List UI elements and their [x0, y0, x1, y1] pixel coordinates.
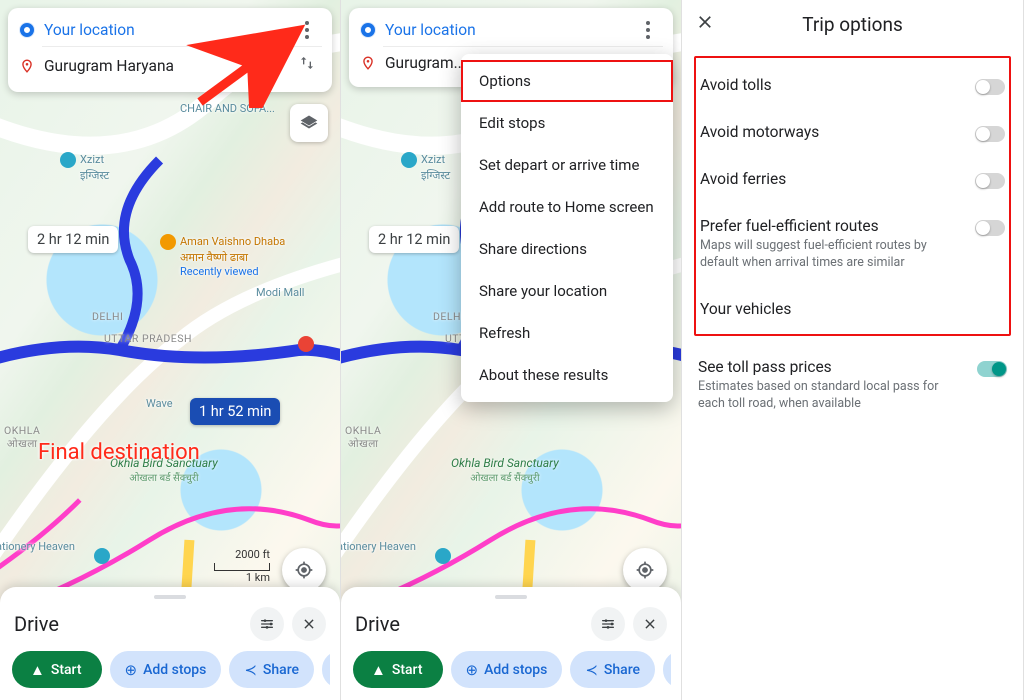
option-avoid-tolls[interactable]: Avoid tolls [698, 62, 1007, 109]
district-label: DELHI [92, 310, 123, 323]
origin-text: Your location [385, 21, 625, 39]
add-stops-button[interactable]: ⊕Add stops [451, 651, 563, 688]
district-label: OKHLAओखला [4, 424, 40, 451]
screenshot-panel-1: Your location Gurugram Haryana CHAIR AND… [0, 0, 341, 700]
district-label: DELHI [433, 310, 464, 323]
close-sheet-button[interactable] [292, 607, 326, 641]
option-avoid-motorways[interactable]: Avoid motorways [698, 109, 1007, 156]
sheet-handle-icon[interactable] [154, 595, 186, 599]
share-button[interactable]: ≺Share [229, 651, 314, 688]
poi-label: Modi Mall [256, 286, 304, 299]
trip-options-header: Trip options [682, 0, 1023, 46]
bottom-sheet[interactable]: Drive ▲Start ⊕Add stops ≺Share [341, 587, 681, 700]
annotation-highlight-box: Avoid tolls Avoid motorways Avoid ferrie… [694, 56, 1011, 336]
route-time-selected[interactable]: 1 hr 52 min [190, 398, 280, 425]
poi-pin[interactable] [94, 548, 114, 564]
poi-label: ationery Heaven [0, 540, 75, 553]
district-label: UTTAR PRADESH [104, 332, 192, 345]
destination-row[interactable]: Gurugram Haryana [18, 47, 322, 84]
add-stop-icon: ⊕ [466, 661, 479, 679]
save-button[interactable] [322, 651, 330, 688]
park-label: Okhla Bird Sanctuaryओखला बर्ड सैंक्चुरी [451, 456, 559, 484]
page-title: Trip options [696, 13, 1009, 36]
add-stops-button[interactable]: ⊕Add stops [110, 651, 222, 688]
swap-icon[interactable] [294, 54, 320, 77]
menu-item-add-route-home[interactable]: Add route to Home screen [461, 186, 673, 228]
add-stop-icon: ⊕ [125, 661, 138, 679]
sheet-handle-icon[interactable] [495, 595, 527, 599]
district-label: OKHLAओखला [345, 424, 381, 451]
poi-pin[interactable] [298, 336, 318, 352]
close-sheet-button[interactable] [633, 607, 667, 641]
destination-text: Gurugram Haryana [44, 57, 284, 75]
share-button[interactable]: ≺Share [570, 651, 655, 688]
toggle-avoid-motorways[interactable] [975, 126, 1005, 142]
poi-label: Wave [146, 397, 173, 410]
menu-item-about-results[interactable]: About these results [461, 354, 673, 396]
more-options-button[interactable] [635, 21, 661, 39]
menu-item-options[interactable]: Options [461, 60, 673, 102]
action-chip-row: ▲Start ⊕Add stops ≺Share [351, 651, 671, 688]
screenshot-panel-2: Your location Gurugram... Options Edit s… [341, 0, 682, 700]
origin-dot-icon [20, 23, 34, 37]
recenter-button[interactable] [282, 548, 326, 592]
menu-item-share-location[interactable]: Share your location [461, 270, 673, 312]
navigate-icon: ▲ [371, 661, 386, 679]
toggle-toll-pass-prices[interactable] [977, 361, 1007, 377]
origin-row[interactable]: Your location [359, 14, 663, 46]
destination-pin-icon [20, 59, 34, 73]
more-options-button[interactable] [294, 21, 320, 39]
map-scale: 2000 ft 1 km [214, 548, 270, 584]
origin-text: Your location [44, 21, 284, 39]
poi-pin[interactable] [435, 548, 455, 564]
action-chip-row: ▲Start ⊕Add stops ≺Share [10, 651, 330, 688]
option-avoid-ferries[interactable]: Avoid ferries [698, 156, 1007, 203]
menu-item-set-depart[interactable]: Set depart or arrive time [461, 144, 673, 186]
destination-pin-icon [361, 56, 375, 70]
recenter-button[interactable] [623, 548, 667, 592]
poi-label[interactable]: Aman Vaishno Dhabaअमान वैष्णो ढाबाRecent… [160, 234, 285, 278]
poi-label: ationery Heaven [341, 540, 416, 553]
menu-item-edit-stops[interactable]: Edit stops [461, 102, 673, 144]
option-your-vehicles[interactable]: Your vehicles [698, 286, 1007, 332]
toggle-avoid-ferries[interactable] [975, 173, 1005, 189]
layers-button[interactable] [290, 104, 328, 142]
share-icon: ≺ [585, 661, 598, 679]
sheet-title: Drive [355, 612, 583, 636]
share-icon: ≺ [244, 661, 257, 679]
annotation-text: Final destination [38, 440, 200, 465]
poi-label[interactable]: Xziztइग्जिस्ट [60, 152, 109, 183]
option-toll-pass-prices[interactable]: See toll pass prices Estimates based on … [696, 344, 1009, 427]
sheet-title: Drive [14, 612, 242, 636]
toggle-avoid-tolls[interactable] [975, 79, 1005, 95]
origin-dot-icon [361, 23, 375, 37]
toggle-fuel-efficient[interactable] [975, 220, 1005, 236]
directions-card: Your location Gurugram Haryana [8, 8, 332, 92]
overflow-menu: Options Edit stops Set depart or arrive … [461, 54, 673, 402]
menu-item-share-directions[interactable]: Share directions [461, 228, 673, 270]
bottom-sheet[interactable]: Drive ▲Start ⊕Add stops ≺Share [0, 587, 340, 700]
screenshot-panel-3: Trip options Avoid tolls Avoid motorways… [682, 0, 1024, 700]
start-button[interactable]: ▲Start [353, 651, 443, 688]
start-button[interactable]: ▲Start [12, 651, 102, 688]
navigate-icon: ▲ [30, 661, 45, 679]
route-time-alt[interactable]: 2 hr 12 min [28, 226, 118, 253]
poi-label: CHAIR AND SOFA... [180, 102, 275, 115]
route-time-alt[interactable]: 2 hr 12 min [369, 226, 459, 253]
option-fuel-efficient[interactable]: Prefer fuel-efficient routes Maps will s… [698, 203, 1007, 286]
poi-label[interactable]: Xziztइग्जिस्ट [401, 152, 450, 183]
route-options-button[interactable] [250, 607, 284, 641]
origin-row[interactable]: Your location [18, 14, 322, 46]
menu-item-refresh[interactable]: Refresh [461, 312, 673, 354]
save-button[interactable] [663, 651, 671, 688]
route-options-button[interactable] [591, 607, 625, 641]
